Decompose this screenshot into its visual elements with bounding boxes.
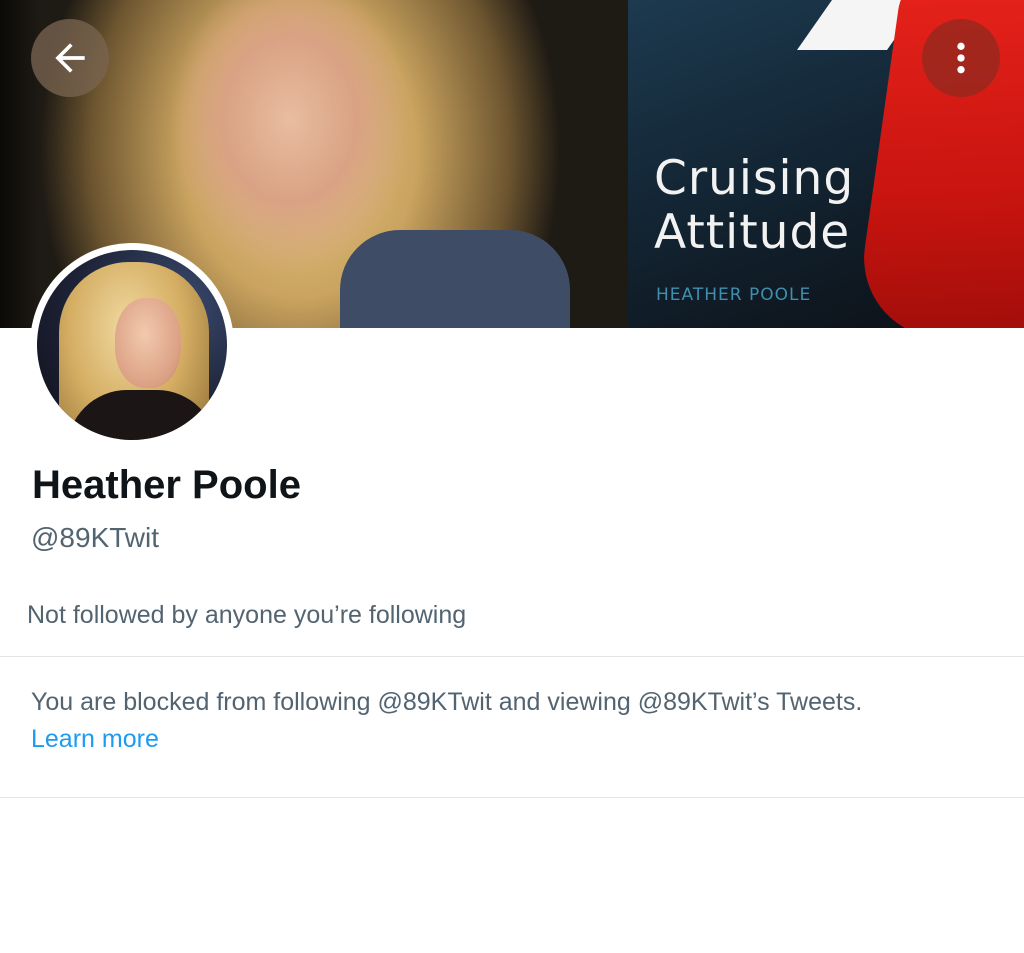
learn-more-link[interactable]: Learn more <box>31 725 159 754</box>
display-name: Heather Poole <box>32 463 301 507</box>
more-vertical-icon <box>957 42 965 74</box>
avatar-image <box>37 250 227 440</box>
blocked-message: You are blocked from following @89KTwit … <box>31 688 863 716</box>
divider <box>0 797 1024 798</box>
book-cover-author: HEATHER POOLE <box>656 285 812 305</box>
avatar[interactable] <box>30 243 234 447</box>
followers-you-know-note: Not followed by anyone you’re following <box>27 601 467 629</box>
arrow-left-icon <box>55 43 85 73</box>
user-handle: @89KTwit <box>31 522 160 553</box>
back-button[interactable] <box>31 19 109 97</box>
more-options-button[interactable] <box>922 19 1000 97</box>
book-cover-title: Cruising Attitude <box>654 151 855 260</box>
divider <box>0 656 1024 657</box>
profile-page: Cruising Attitude HEATHER POOLE Heather … <box>0 0 1024 953</box>
